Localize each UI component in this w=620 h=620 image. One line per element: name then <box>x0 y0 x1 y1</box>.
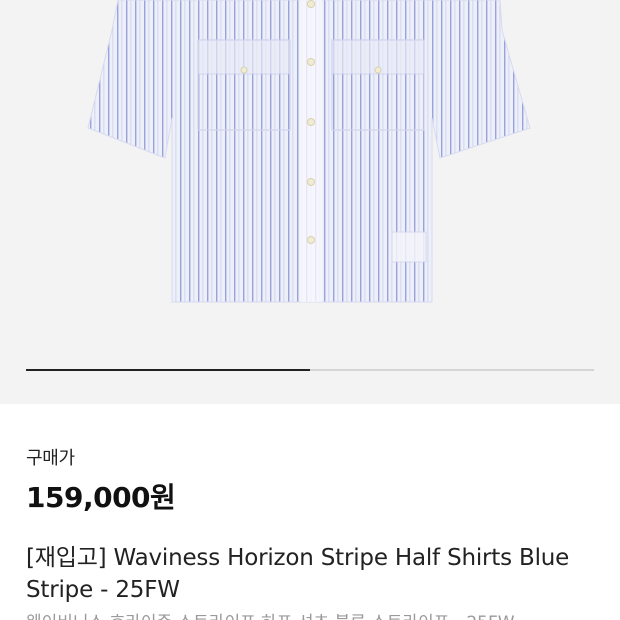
pocket-button <box>240 66 248 74</box>
shirt-placket <box>300 0 322 302</box>
gallery-progress-bar <box>26 369 594 371</box>
shirt-button <box>307 58 315 66</box>
product-subtitle: 웨이비니스 호라이즌 스트라이프 하프 셔츠 블루 스트라이프 - 25FW <box>26 608 594 620</box>
price-label: 구매가 <box>26 448 75 469</box>
label-patch <box>391 231 427 263</box>
product-image <box>87 0 531 303</box>
shirt-button <box>307 178 315 186</box>
shirt-button <box>307 0 315 8</box>
gallery-progress-fill <box>26 369 310 371</box>
shirt-button <box>307 236 315 244</box>
shirt-button <box>307 118 315 126</box>
product-title: [재입고] Waviness Horizon Stripe Half Shirt… <box>26 545 570 603</box>
product-image-gallery[interactable] <box>0 0 620 404</box>
pocket-button <box>374 66 382 74</box>
price-value: 159,000원 <box>26 481 176 514</box>
